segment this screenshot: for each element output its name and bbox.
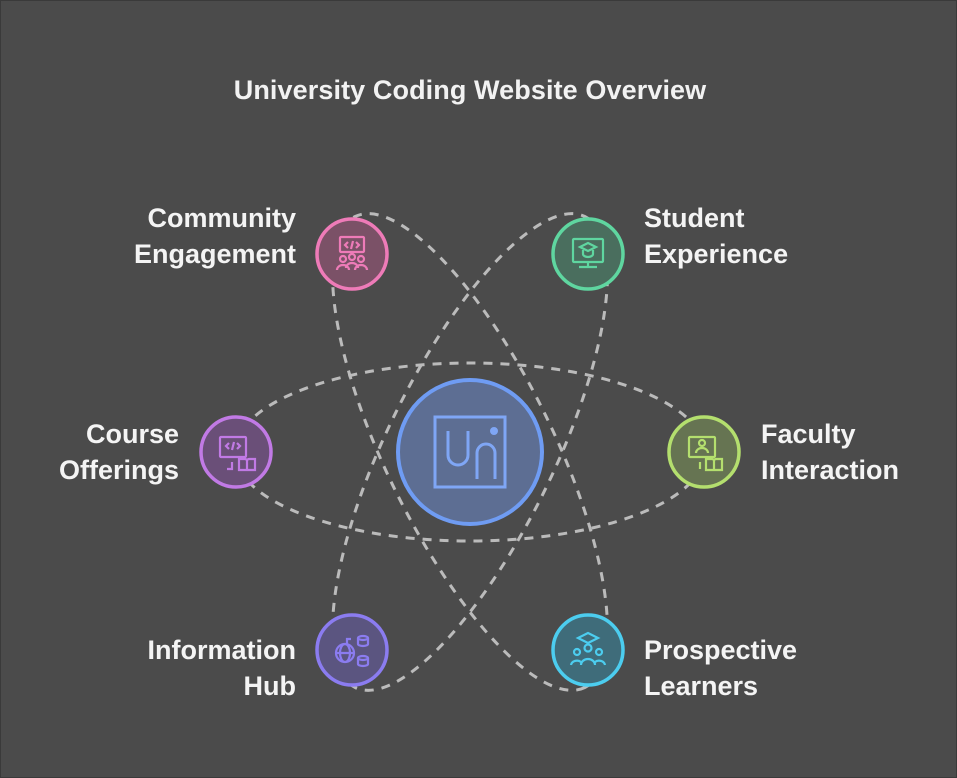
node-information-hub[interactable]: [315, 613, 389, 687]
label-line: Information: [147, 635, 297, 665]
node-course-offerings[interactable]: [199, 415, 273, 489]
label-line: Faculty: [761, 419, 856, 449]
label-line: Learners: [644, 671, 759, 701]
label-course-offerings: Course Offerings: [21, 416, 179, 488]
node-community-engagement[interactable]: [315, 217, 389, 291]
diagram-canvas: University Coding Website Overview Commu…: [0, 0, 957, 778]
label-line: Hub: [243, 671, 296, 701]
label-faculty-interaction: Faculty Interaction: [761, 416, 941, 488]
label-student-experience: Student Experience: [644, 200, 884, 272]
label-community-engagement: Community Engagement: [61, 200, 296, 272]
label-line: Course: [85, 419, 179, 449]
label-line: Prospective: [644, 635, 798, 665]
center-node: [396, 378, 544, 526]
label-line: Student: [644, 203, 745, 233]
node-prospective-learners[interactable]: [551, 613, 625, 687]
label-information-hub: Information Hub: [61, 632, 297, 704]
label-prospective-learners: Prospective Learners: [644, 632, 884, 704]
label-line: Engagement: [133, 239, 296, 269]
label-line: Offerings: [58, 455, 179, 485]
label-line: Interaction: [761, 455, 900, 485]
label-line: Experience: [644, 239, 789, 269]
label-line: Community: [147, 203, 297, 233]
node-student-experience[interactable]: [551, 217, 625, 291]
node-faculty-interaction[interactable]: [667, 415, 741, 489]
